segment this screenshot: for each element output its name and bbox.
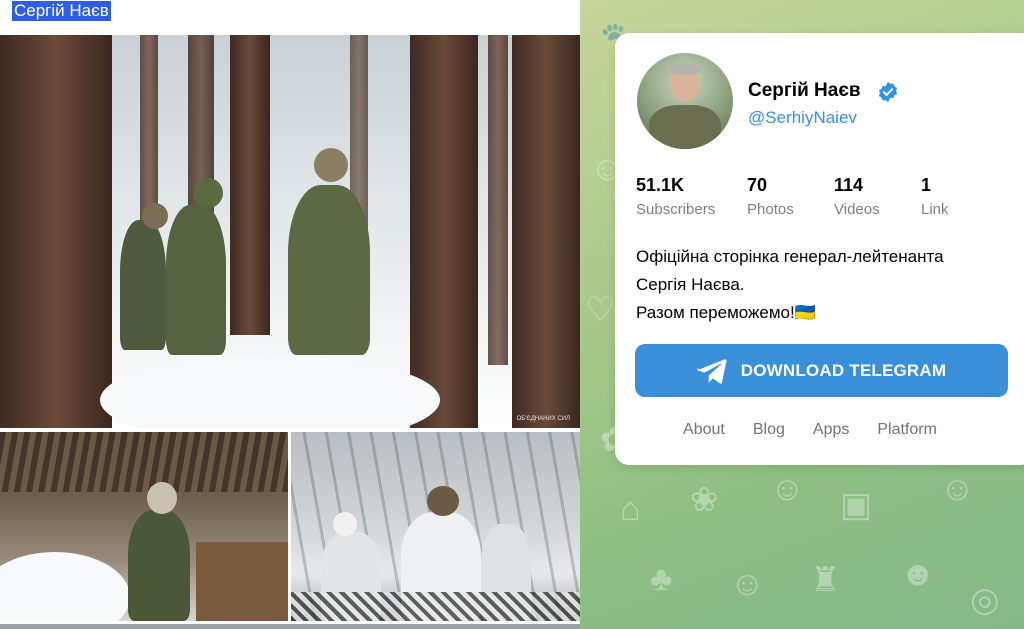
description-line: Сергія Наєва.: [636, 275, 745, 294]
stat-value: 114: [834, 175, 864, 195]
channel-username[interactable]: @SerhiyNaiev: [748, 108, 857, 128]
cat-doodle-icon: ☺: [770, 470, 805, 508]
cat-doodle-icon: ☺: [940, 470, 975, 508]
channel-name: Сергій Наєв: [748, 80, 861, 101]
soldier-figure: [166, 205, 226, 355]
tree-trunk: [512, 35, 580, 428]
balloon-doodle-icon: ❀: [690, 481, 719, 519]
heart-doodle-icon: ♡: [585, 291, 616, 329]
post-photo-trench[interactable]: [0, 432, 288, 621]
channel-avatar[interactable]: [637, 53, 733, 149]
camouflage-ground: [291, 592, 580, 621]
stat-value: 1: [921, 175, 932, 195]
soldier-head: [142, 203, 168, 229]
soldier-head: [193, 178, 223, 208]
stat-label: Link: [921, 201, 949, 218]
wooden-crate: [196, 542, 288, 621]
post-photo-forest-patrol[interactable]: ОБ'ЄДНАНИХ СИЛ: [0, 35, 580, 428]
soldier-head: [147, 482, 177, 514]
verified-badge-icon: [879, 81, 897, 103]
tree-trunk: [230, 35, 270, 335]
stat-photos[interactable]: 70 Photos: [747, 175, 794, 218]
avatar-body: [649, 105, 721, 149]
telegram-plane-icon: [696, 358, 727, 384]
stat-label: Videos: [834, 201, 880, 218]
post-photo-winter-march[interactable]: [291, 432, 580, 621]
camouflage-net: [0, 432, 288, 492]
soldier-figure: [120, 220, 166, 350]
box-doodle-icon: ▣: [840, 486, 873, 524]
download-telegram-label: DOWNLOAD TELEGRAM: [740, 360, 947, 380]
yarn-doodle-icon: ◎: [970, 581, 1000, 619]
description-line: Разом переможемо!🇺🇦: [636, 303, 816, 322]
dog-doodle-icon: ♣: [650, 560, 673, 598]
soldier-head: [333, 512, 357, 536]
photo-watermark: ОБ'ЄДНАНИХ СИЛ: [516, 416, 570, 422]
footer-links: About Blog Apps Platform: [615, 421, 1005, 439]
link-platform[interactable]: Platform: [877, 421, 937, 439]
stat-videos[interactable]: 114 Videos: [834, 175, 880, 218]
house-doodle-icon: ⌂: [620, 490, 641, 528]
stat-value: 51.1K: [636, 175, 685, 195]
channel-info-card: Сергій Наєв @SerhiyNaiev 51.1K Subscribe…: [615, 33, 1024, 465]
cat-doodle-icon: ☺: [730, 565, 765, 603]
avatar-hair: [670, 63, 700, 75]
soldier-head: [314, 148, 348, 182]
tree-trunk: [410, 35, 478, 428]
stat-links[interactable]: 1 Link: [921, 175, 949, 218]
link-blog[interactable]: Blog: [753, 421, 785, 439]
cat-doodle-icon: ☻: [900, 555, 936, 593]
basket-doodle-icon: ♜: [810, 561, 841, 599]
soldier-figure: [128, 510, 190, 621]
stat-subscribers: 51.1K Subscribers: [636, 175, 715, 218]
download-telegram-button[interactable]: DOWNLOAD TELEGRAM: [635, 344, 1008, 397]
stat-label: Subscribers: [636, 201, 716, 218]
post-area: Сергій Наєв ОБ'ЄДНАНИХ СИЛ: [0, 0, 580, 629]
description-line: Офіційна сторінка генерал-лейтенанта: [636, 247, 944, 266]
soldier-head: [427, 486, 459, 516]
tree-trunk: [0, 35, 112, 428]
soldier-figure: [288, 185, 370, 355]
channel-description: Офіційна сторінка генерал-лейтенанта Сер…: [636, 243, 1016, 327]
stat-value: 70: [747, 175, 768, 195]
link-about[interactable]: About: [683, 421, 725, 439]
snow-ground: [0, 552, 130, 621]
stat-label: Photos: [747, 201, 794, 218]
post-author-name[interactable]: Сергій Наєв: [12, 1, 111, 21]
link-apps[interactable]: Apps: [813, 421, 849, 439]
tree-trunk: [488, 35, 508, 365]
scroll-divider: [0, 624, 580, 629]
snow-ground: [100, 355, 440, 428]
